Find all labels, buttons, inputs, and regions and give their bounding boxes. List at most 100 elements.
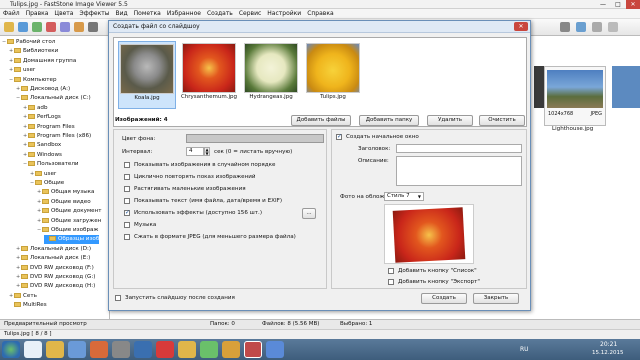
- tree-item[interactable]: + Общие документ: [37, 207, 102, 216]
- menu-tag[interactable]: Пометка: [131, 9, 164, 19]
- thumb-koala[interactable]: Koala.jpg: [118, 41, 176, 109]
- menu-colors[interactable]: Цвета: [51, 9, 76, 19]
- tree-item[interactable]: − Рабочий стол: [2, 38, 55, 47]
- tree-item[interactable]: + user: [30, 170, 56, 179]
- header-input[interactable]: [396, 144, 522, 153]
- description-input[interactable]: [396, 156, 522, 186]
- menu-file[interactable]: Файл: [0, 9, 23, 19]
- tree-item[interactable]: + DVD RW дисковод (F:): [16, 264, 94, 273]
- tree-item[interactable]: + Program Files (x86): [23, 132, 91, 141]
- explorer-icon[interactable]: [46, 341, 64, 358]
- zoom-icon[interactable]: [88, 22, 98, 32]
- refresh-icon[interactable]: [32, 22, 42, 32]
- save-icon[interactable]: [18, 22, 28, 32]
- menu-help[interactable]: Справка: [304, 9, 336, 19]
- dialog-close-button[interactable]: ✕: [514, 22, 528, 31]
- tree-item[interactable]: + Program Files: [23, 123, 75, 132]
- thumb-chrysanthemum[interactable]: Chrysanthemum.jpg: [180, 41, 238, 109]
- start-window-label: Создать начальное окно: [346, 134, 419, 140]
- open-folder-icon[interactable]: [4, 22, 14, 32]
- tree-item[interactable]: + Домашняя группа: [9, 57, 76, 66]
- add-folder-button[interactable]: Добавить папку: [359, 115, 419, 126]
- menu-effects[interactable]: Эффекты: [76, 9, 112, 19]
- close-button[interactable]: ✕: [626, 0, 640, 9]
- tree-item[interactable]: − Компьютер: [9, 76, 57, 85]
- menu-settings[interactable]: Настройки: [264, 9, 304, 19]
- tree-item[interactable]: + DVD RW дисковод (H:): [16, 282, 95, 291]
- app-icon[interactable]: [266, 341, 284, 358]
- list-button-checkbox[interactable]: [388, 268, 394, 274]
- music-checkbox[interactable]: [124, 222, 130, 228]
- jpeg-compress-checkbox[interactable]: [124, 234, 130, 240]
- minimize-button[interactable]: —: [596, 0, 610, 9]
- tree-item[interactable]: + DVD RW дисковод (G:): [16, 273, 95, 282]
- tree-item[interactable]: + PerfLogs: [23, 113, 61, 122]
- app-icon[interactable]: [112, 341, 130, 358]
- interval-input[interactable]: 4: [186, 147, 204, 156]
- filter-icon[interactable]: [608, 22, 618, 32]
- cover-style-select[interactable]: Стиль 7 ▼: [384, 192, 424, 201]
- thumbnail-lighthouse[interactable]: 1024x768 JPEG: [544, 66, 606, 126]
- move-icon[interactable]: [74, 22, 84, 32]
- app-icon[interactable]: [222, 341, 240, 358]
- maximize-button[interactable]: □: [611, 0, 625, 9]
- tree-item[interactable]: + Библиотеки: [9, 47, 58, 56]
- tree-item[interactable]: − Общие изображ: [37, 226, 98, 235]
- tree-item[interactable]: + Sandbox: [23, 141, 61, 150]
- tree-item[interactable]: + Дисковод (A:): [16, 85, 70, 94]
- start-window-checkbox[interactable]: [336, 133, 342, 140]
- tree-item[interactable]: + adb: [23, 104, 48, 113]
- add-files-button[interactable]: Добавить файлы: [291, 115, 351, 126]
- tree-item[interactable]: − Пользователи: [23, 160, 79, 169]
- ie-icon[interactable]: [24, 341, 42, 358]
- create-button[interactable]: Создать: [421, 293, 467, 304]
- effects-checkbox[interactable]: [124, 209, 130, 216]
- autostart-checkbox[interactable]: [115, 295, 121, 301]
- word-icon[interactable]: [134, 341, 152, 358]
- bg-color-picker[interactable]: [186, 134, 324, 143]
- close-dialog-button[interactable]: Закрыть: [473, 293, 519, 304]
- vlc-icon[interactable]: [178, 341, 196, 358]
- tree-item[interactable]: Образцы изоб: [44, 235, 100, 245]
- loop-checkbox[interactable]: [124, 174, 130, 180]
- tree-item[interactable]: + Общие видео: [37, 198, 91, 207]
- thumb-hydrangeas[interactable]: Hydrangeas.jpg: [242, 41, 300, 109]
- faststone-icon[interactable]: [244, 341, 262, 358]
- menu-tools[interactable]: Сервис: [236, 9, 264, 19]
- clear-button[interactable]: Очистить: [479, 115, 525, 126]
- tree-item[interactable]: + Общие загружен: [37, 217, 101, 226]
- tree-item[interactable]: + Локальный диск (E:): [16, 254, 90, 263]
- start-button-icon[interactable]: [2, 341, 20, 358]
- view-mode-icon[interactable]: [560, 22, 570, 32]
- random-order-checkbox[interactable]: [124, 162, 130, 168]
- thumb-tulips[interactable]: Tulips.jpg: [304, 41, 362, 109]
- interval-spinner[interactable]: ▲ ▼: [204, 147, 210, 156]
- delete-icon[interactable]: [46, 22, 56, 32]
- media-icon[interactable]: [68, 341, 86, 358]
- tree-item[interactable]: + Общая музыка: [37, 188, 94, 197]
- effects-settings-button[interactable]: ...: [302, 208, 316, 219]
- chrome-icon[interactable]: [200, 341, 218, 358]
- tree-item[interactable]: + Сеть: [9, 292, 37, 301]
- export-button-checkbox[interactable]: [388, 279, 394, 285]
- menu-favorites[interactable]: Избранное: [164, 9, 204, 19]
- menu-create[interactable]: Создать: [204, 9, 236, 19]
- tree-item[interactable]: MultiRes: [9, 301, 47, 310]
- remove-button[interactable]: Удалить: [427, 115, 473, 126]
- menu-edit[interactable]: Правка: [23, 9, 52, 19]
- tree-item[interactable]: − Локальный диск (C:): [16, 94, 91, 103]
- sort-icon[interactable]: [592, 22, 602, 32]
- app-icon[interactable]: [156, 341, 174, 358]
- thumbnail-partial-right[interactable]: [612, 66, 640, 108]
- menu-view[interactable]: Вид: [112, 9, 130, 19]
- stretch-checkbox[interactable]: [124, 186, 130, 192]
- tree-item[interactable]: + user: [9, 66, 35, 75]
- tree-item[interactable]: − Общие: [30, 179, 64, 188]
- language-indicator[interactable]: RU: [520, 346, 529, 353]
- thumbnail-size-icon[interactable]: [576, 22, 586, 32]
- tree-item[interactable]: + Локальный диск (D:): [16, 245, 91, 254]
- copy-icon[interactable]: [60, 22, 70, 32]
- tree-item[interactable]: + Windows: [23, 151, 62, 160]
- app-icon[interactable]: [90, 341, 108, 358]
- show-text-checkbox[interactable]: [124, 198, 130, 204]
